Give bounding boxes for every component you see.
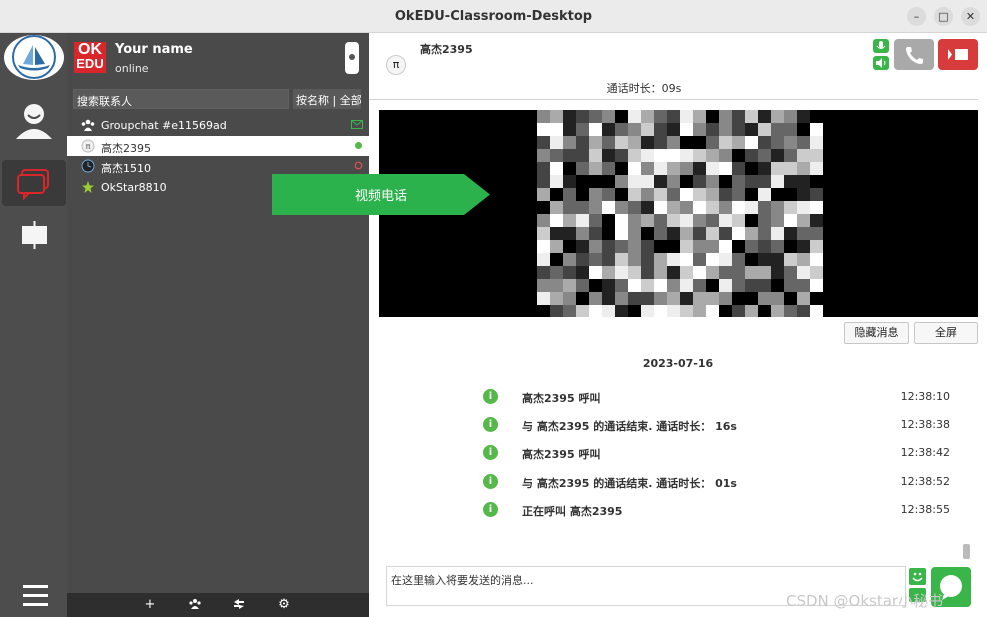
divider — [369, 99, 978, 100]
message-time: 12:38:42 — [900, 446, 950, 459]
transfer-icon — [234, 599, 244, 609]
settings-icon: ⚙ — [278, 597, 290, 612]
window-titlebar: OkEDU-Classroom-Desktop – □ ✕ — [0, 0, 987, 33]
list-item: i 与 高杰2395 的通话结束. 通话时长： 16s 12:38:38 — [387, 414, 967, 434]
video-hangup-button[interactable] — [938, 39, 978, 70]
presentation-icon — [22, 221, 47, 249]
peer-avatar[interactable]: π — [386, 55, 406, 75]
hamburger-menu-icon — [23, 585, 48, 606]
speaker-toggle[interactable] — [873, 56, 889, 70]
call-duration-value: 09s — [661, 82, 682, 95]
message-text: 高杰2395 呼叫 — [522, 392, 601, 405]
rail-profile[interactable] — [2, 97, 66, 143]
microphone-icon — [876, 41, 886, 49]
chat-icon — [17, 169, 49, 201]
add-contact-button[interactable]: + — [142, 597, 158, 613]
close-button[interactable]: ✕ — [961, 7, 980, 26]
info-icon: i — [483, 417, 498, 432]
message-text: 正在呼叫 高杰2395 — [522, 505, 623, 518]
online-dot-icon — [355, 141, 362, 149]
watermark: CSDN @Okstar小秘书 — [786, 592, 944, 610]
message-date: 2023-07-16 — [642, 357, 714, 370]
video-call-label: 视频电话 — [355, 189, 408, 204]
info-icon: i — [483, 389, 498, 404]
envelope-icon — [351, 120, 363, 129]
chat-panel: 高杰2395 π 通话时长：09s 隐藏消息 全屏 2023-07-16 i 高… — [369, 33, 987, 617]
message-list: i 高杰2395 呼叫 12:38:10 i 与 高杰2395 的通话结束. 通… — [387, 371, 967, 541]
rail-chat[interactable] — [2, 160, 66, 206]
message-scrollbar[interactable] — [963, 544, 970, 559]
list-item: i 正在呼叫 高杰2395 12:38:55 — [387, 499, 967, 519]
list-item: i 与 高杰2395 的通话结束. 通话时长： 01s 12:38:52 — [387, 471, 967, 491]
contact-name: 高杰2395 — [101, 141, 151, 155]
peer-name: 高杰2395 — [420, 43, 473, 56]
list-item: i 高杰2395 呼叫 12:38:10 — [387, 386, 967, 406]
okedu-logo: OK EDU — [74, 42, 106, 73]
user-name[interactable]: Your name — [115, 42, 193, 57]
contacts-toolbar: + ⚙ — [67, 593, 369, 617]
pi-avatar-icon: π — [81, 139, 95, 152]
contact-gaojie2395[interactable]: π 高杰2395 — [67, 135, 369, 156]
contact-name: OkStar8810 — [101, 180, 167, 194]
message-time: 12:38:10 — [900, 390, 950, 403]
rail-menu[interactable] — [2, 576, 66, 617]
group-icon — [81, 119, 95, 131]
transfer-button[interactable] — [231, 597, 247, 613]
clock-avatar-icon — [81, 159, 95, 173]
logo-text-ok: OK — [78, 41, 102, 58]
group-add-icon — [189, 599, 201, 609]
minimize-button[interactable]: – — [907, 7, 926, 26]
video-camera-icon — [948, 49, 968, 60]
maximize-icon: □ — [938, 10, 949, 23]
add-group-button[interactable] — [187, 597, 203, 613]
offline-ring-icon — [354, 161, 363, 170]
contact-name: 高杰1510 — [101, 162, 151, 175]
app-rail — [0, 33, 67, 617]
speaker-icon — [876, 58, 886, 68]
message-text: 与 高杰2395 的通话结束. 通话时长： 01s — [522, 477, 737, 490]
contact-groupchat[interactable]: Groupchat #e11569ad — [67, 115, 369, 136]
fullscreen-button[interactable]: 全屏 — [914, 322, 978, 344]
info-icon: i — [483, 445, 498, 460]
search-input[interactable]: 搜索联系人 — [73, 89, 289, 109]
user-icon — [16, 104, 52, 139]
rail-classroom[interactable] — [2, 213, 66, 259]
settings-button[interactable]: ⚙ — [276, 597, 292, 613]
microphone-toggle[interactable] — [873, 39, 889, 53]
app-logo — [4, 35, 64, 80]
message-text: 与 高杰2395 的通话结束. 通话时长： 16s — [522, 420, 737, 433]
close-icon: ✕ — [965, 10, 976, 23]
svg-text:π: π — [86, 142, 91, 151]
smiley-icon — [912, 572, 923, 582]
status-toggle[interactable] — [345, 42, 359, 74]
info-icon: i — [483, 502, 498, 517]
call-duration: 通话时长：09s — [369, 80, 919, 96]
call-duration-label: 通话时长： — [606, 82, 662, 95]
list-item: i 高杰2395 呼叫 12:38:42 — [387, 442, 967, 462]
contact-name: Groupchat #e11569ad — [101, 119, 227, 132]
message-text: 高杰2395 呼叫 — [522, 448, 601, 461]
emoji-button[interactable] — [909, 568, 926, 585]
logo-text-edu: EDU — [76, 56, 104, 71]
info-icon: i — [483, 474, 498, 489]
message-time: 12:38:38 — [900, 418, 950, 431]
message-time: 12:38:52 — [900, 475, 950, 488]
contacts-panel: OK EDU Your name online 搜索联系人 按名称 | 全部 G… — [67, 33, 369, 617]
minimize-icon: – — [913, 10, 920, 23]
message-time: 12:38:55 — [900, 503, 950, 516]
user-status[interactable]: online — [115, 62, 149, 75]
phone-icon — [906, 47, 923, 64]
call-button[interactable] — [894, 39, 934, 70]
window-title: OkEDU-Classroom-Desktop — [394, 9, 593, 24]
hide-messages-button[interactable]: 隐藏消息 — [844, 322, 909, 344]
search-mode-dropdown[interactable]: 按名称 | 全部 — [293, 89, 362, 109]
add-icon: + — [144, 597, 156, 612]
star-avatar-icon — [82, 180, 94, 193]
maximize-button[interactable]: □ — [934, 7, 953, 26]
